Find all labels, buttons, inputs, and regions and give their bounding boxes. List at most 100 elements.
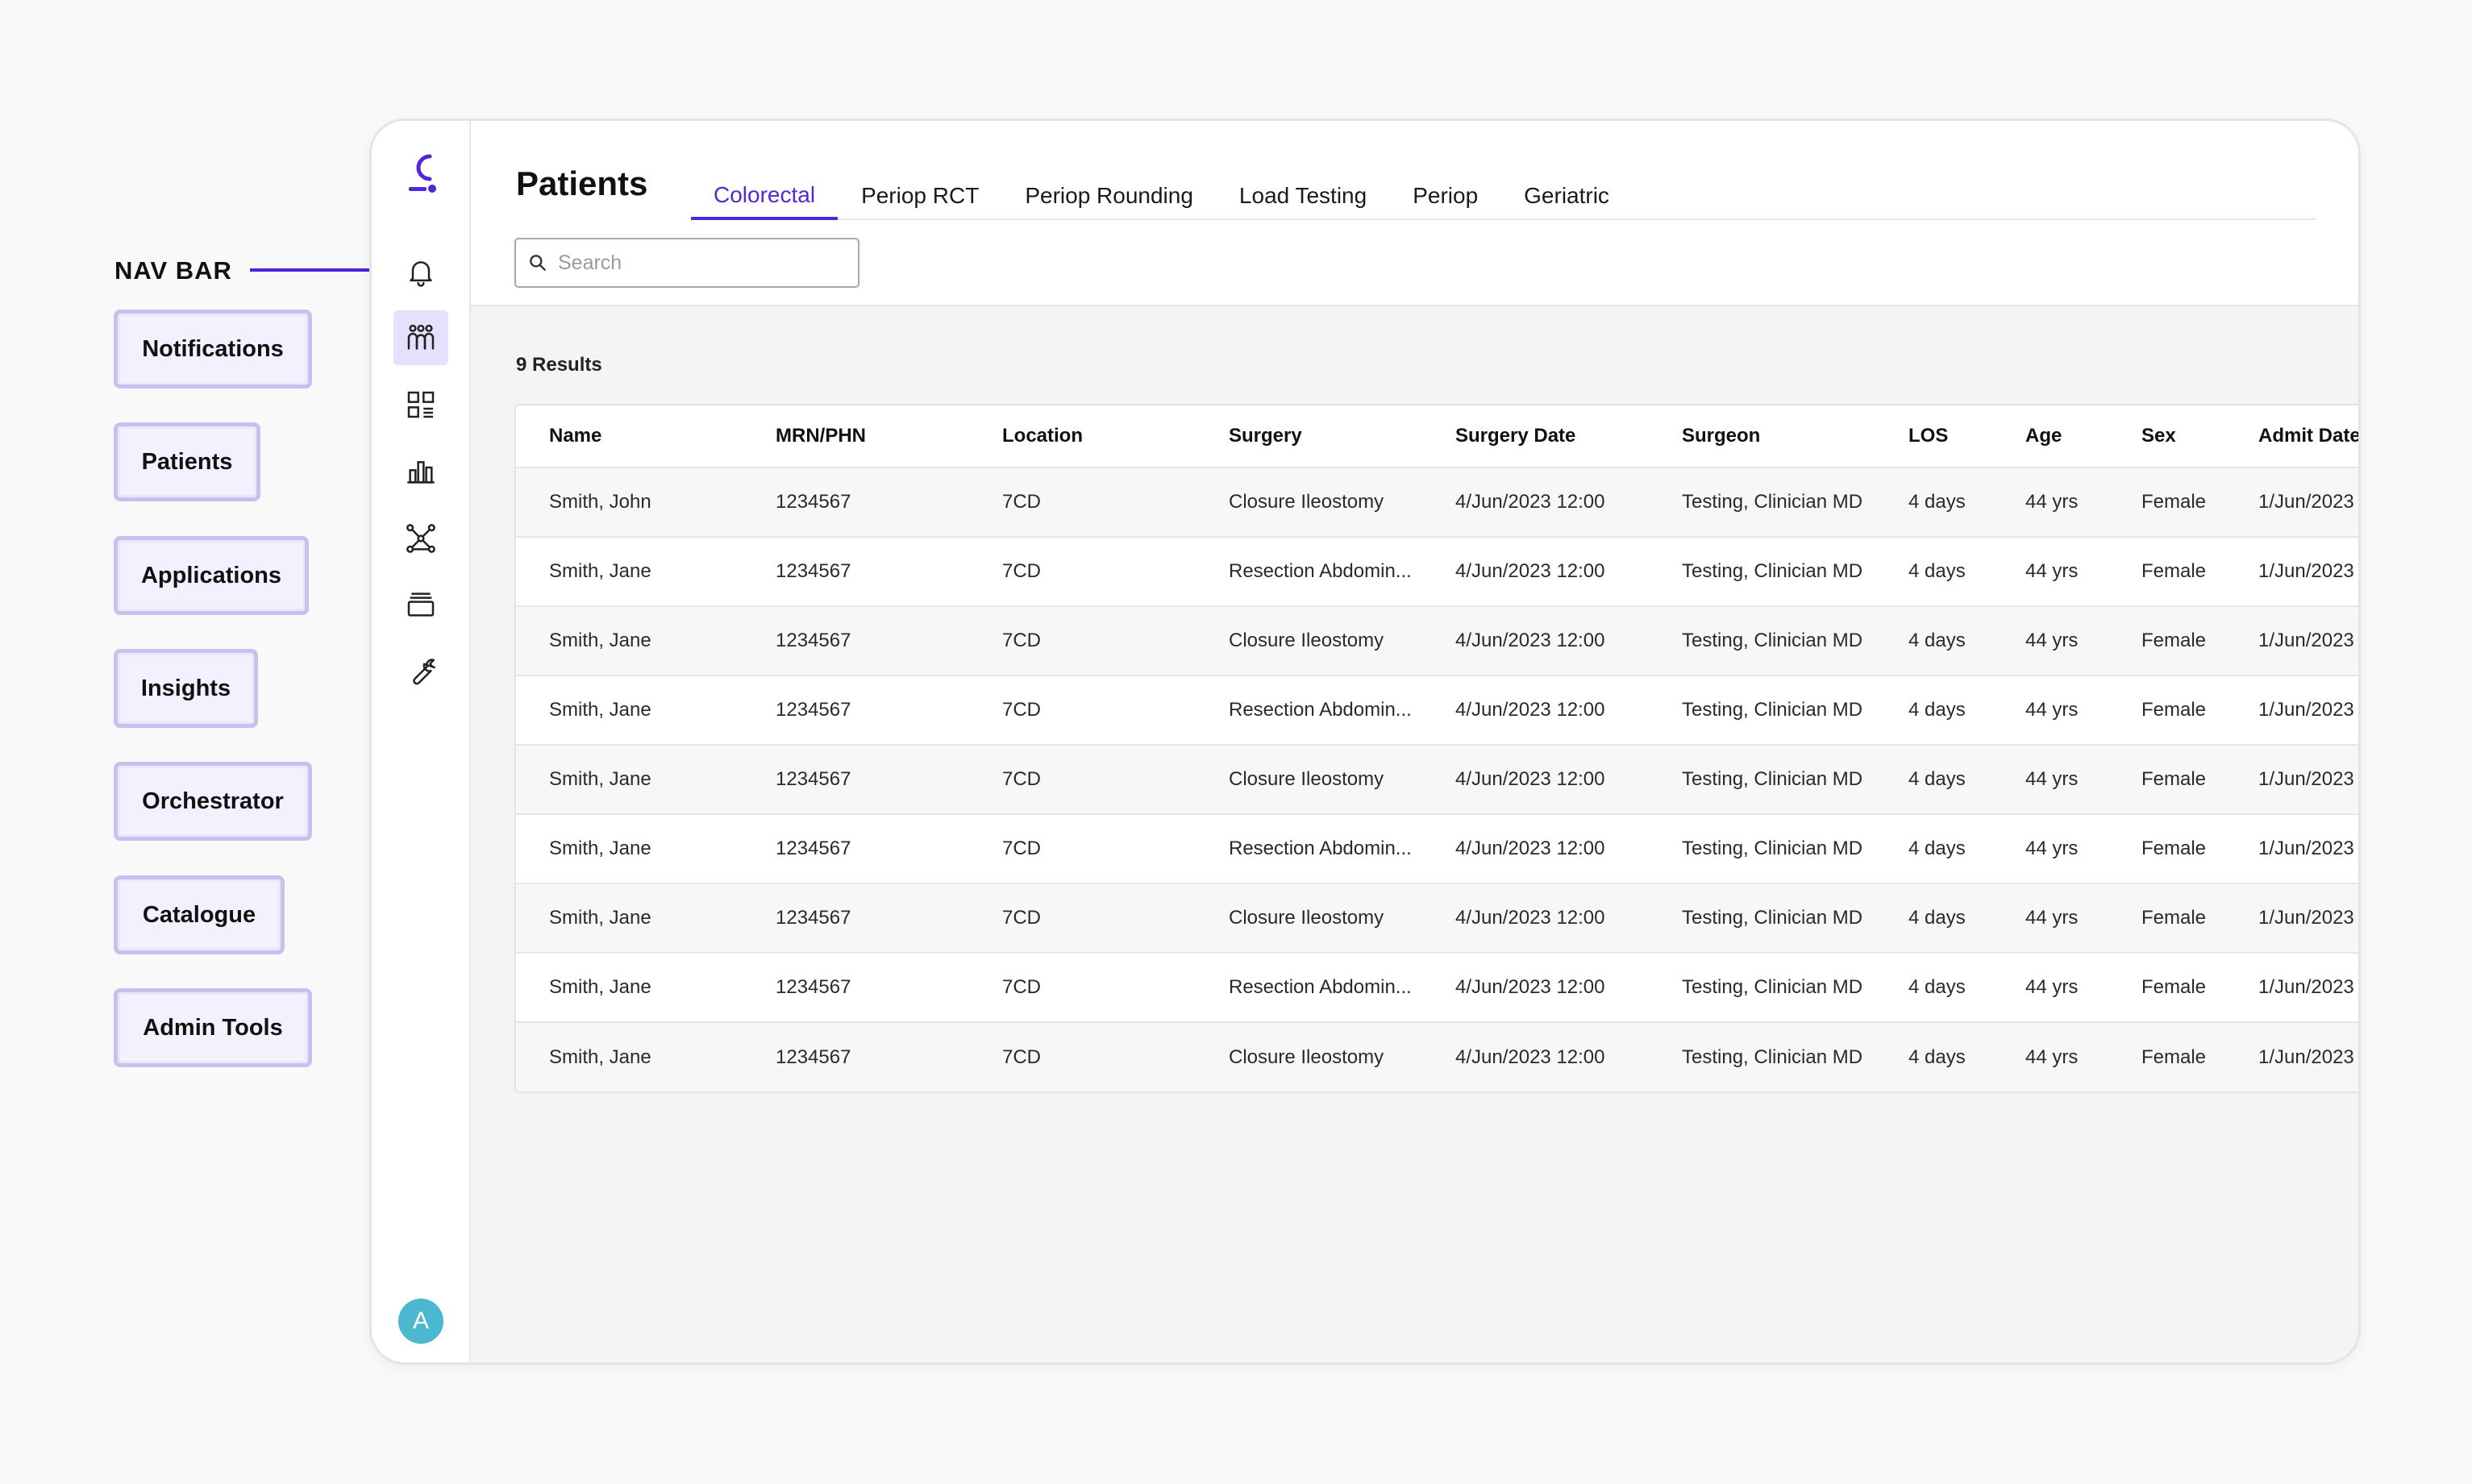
- cell-surgery-date: 4/Jun/2023 12:00: [1422, 537, 1649, 607]
- cell-surgeon: Testing, Clinician MD: [1649, 953, 1875, 1023]
- cell-name: Smith, Jane: [516, 883, 743, 954]
- cell-admit-date: 1/Jun/2023: [2225, 468, 2358, 538]
- search-input[interactable]: [558, 251, 848, 275]
- applications-grid-icon[interactable]: [393, 377, 448, 432]
- cell-sex: Female: [2108, 814, 2225, 884]
- cell-surgeon: Testing, Clinician MD: [1649, 745, 1875, 815]
- cell-location: 7CD: [969, 537, 1196, 607]
- wrench-icon[interactable]: [393, 644, 448, 699]
- table-row[interactable]: Smith, Jane 1234567 7CD Closure Ileostomy 4/…: [516, 883, 2358, 954]
- tab-geriatric[interactable]: Geriatric: [1501, 173, 1632, 218]
- main-content: Patients Colorectal Periop RCT Periop Ro…: [471, 121, 2358, 1362]
- cell-age: 44 yrs: [1992, 606, 2108, 676]
- cell-age: 44 yrs: [1992, 1022, 2108, 1091]
- legend-orchestrator: Orchestrator: [114, 762, 312, 841]
- cell-surgery-date: 4/Jun/2023 12:00: [1422, 606, 1649, 676]
- app-logo: [402, 148, 441, 197]
- legend-admin-tools: Admin Tools: [114, 988, 312, 1067]
- cell-location: 7CD: [969, 953, 1196, 1023]
- cell-surgeon: Testing, Clinician MD: [1649, 606, 1875, 676]
- column-header[interactable]: MRN/PHN: [743, 405, 969, 468]
- bell-icon[interactable]: [393, 244, 448, 299]
- cell-location: 7CD: [969, 1022, 1196, 1091]
- cell-sex: Female: [2108, 1022, 2225, 1091]
- insights-chart-icon[interactable]: [393, 444, 448, 499]
- cell-surgery-date: 4/Jun/2023 12:00: [1422, 953, 1649, 1023]
- cell-surgery-date: 4/Jun/2023 12:00: [1422, 468, 1649, 538]
- cell-surgery: Resection Abdomin...: [1196, 537, 1422, 607]
- column-header[interactable]: LOS: [1875, 405, 1992, 468]
- column-header[interactable]: Admit Date: [2225, 405, 2358, 468]
- cell-los: 4 days: [1875, 606, 1992, 676]
- page-title: Patients: [516, 164, 648, 202]
- tab-periop-rounding[interactable]: Periop Rounding: [1002, 173, 1216, 218]
- cell-age: 44 yrs: [1992, 883, 2108, 954]
- nav-bar-annotation-title: NAV BAR: [114, 256, 232, 285]
- cell-los: 4 days: [1875, 675, 1992, 746]
- orchestrator-network-icon[interactable]: [393, 511, 448, 566]
- column-header[interactable]: Sex: [2108, 405, 2225, 468]
- cell-admit-date: 1/Jun/2023: [2225, 675, 2358, 746]
- search-box[interactable]: [514, 238, 859, 288]
- cell-surgery: Closure Ileostomy: [1196, 468, 1422, 538]
- cell-surgery: Closure Ileostomy: [1196, 883, 1422, 954]
- column-header[interactable]: Surgeon: [1649, 405, 1875, 468]
- cell-los: 4 days: [1875, 468, 1992, 538]
- column-header[interactable]: Surgery Date: [1422, 405, 1649, 468]
- table-row[interactable]: Smith, John 1234567 7CD Closure Ileostomy 4/…: [516, 468, 2358, 538]
- tab-colorectal[interactable]: Colorectal: [691, 173, 839, 220]
- cell-mrn: 1234567: [743, 953, 969, 1023]
- column-header[interactable]: Surgery: [1196, 405, 1422, 468]
- table-row[interactable]: Smith, Jane 1234567 7CD Closure Ileostomy 4/…: [516, 745, 2358, 815]
- nav-bar: A: [372, 121, 471, 1362]
- table-row[interactable]: Smith, Jane 1234567 7CD Resection Abdomin..…: [516, 675, 2358, 746]
- cell-name: Smith, Jane: [516, 537, 743, 607]
- column-header[interactable]: Age: [1992, 405, 2108, 468]
- cell-admit-date: 1/Jun/2023: [2225, 1022, 2358, 1091]
- cell-los: 4 days: [1875, 953, 1992, 1023]
- cell-admit-date: 1/Jun/2023: [2225, 537, 2358, 607]
- column-header[interactable]: Location: [969, 405, 1196, 468]
- table-row[interactable]: Smith, Jane 1234567 7CD Resection Abdomin..…: [516, 537, 2358, 607]
- cell-sex: Female: [2108, 745, 2225, 815]
- tab-periop[interactable]: Periop: [1390, 173, 1500, 218]
- column-header[interactable]: Name: [516, 405, 743, 468]
- cell-surgery-date: 4/Jun/2023 12:00: [1422, 675, 1649, 746]
- cell-age: 44 yrs: [1992, 953, 2108, 1023]
- tab-load-testing[interactable]: Load Testing: [1217, 173, 1389, 218]
- cell-name: Smith, Jane: [516, 606, 743, 676]
- cell-sex: Female: [2108, 883, 2225, 954]
- cell-surgeon: Testing, Clinician MD: [1649, 468, 1875, 538]
- cell-los: 4 days: [1875, 745, 1992, 815]
- cell-age: 44 yrs: [1992, 745, 2108, 815]
- cell-name: Smith, Jane: [516, 675, 743, 746]
- cell-location: 7CD: [969, 675, 1196, 746]
- legend-insights: Insights: [114, 649, 258, 728]
- cell-surgery-date: 4/Jun/2023 12:00: [1422, 1022, 1649, 1091]
- cell-sex: Female: [2108, 468, 2225, 538]
- table-row[interactable]: Smith, Jane 1234567 7CD Resection Abdomin..…: [516, 953, 2358, 1023]
- cell-surgery: Resection Abdomin...: [1196, 675, 1422, 746]
- avatar[interactable]: A: [398, 1299, 443, 1344]
- cell-surgeon: Testing, Clinician MD: [1649, 537, 1875, 607]
- cell-admit-date: 1/Jun/2023: [2225, 883, 2358, 954]
- cell-location: 7CD: [969, 883, 1196, 954]
- cell-surgery: Closure Ileostomy: [1196, 745, 1422, 815]
- cell-age: 44 yrs: [1992, 537, 2108, 607]
- cell-mrn: 1234567: [743, 814, 969, 884]
- results-count: 9 Results: [516, 354, 602, 376]
- cell-admit-date: 1/Jun/2023: [2225, 606, 2358, 676]
- table-row[interactable]: Smith, Jane 1234567 7CD Closure Ileostomy 4/…: [516, 1022, 2358, 1091]
- cell-admit-date: 1/Jun/2023: [2225, 953, 2358, 1023]
- cell-surgeon: Testing, Clinician MD: [1649, 1022, 1875, 1091]
- tab-periop-rct[interactable]: Periop RCT: [839, 173, 1001, 218]
- cell-mrn: 1234567: [743, 1022, 969, 1091]
- catalogue-stack-icon[interactable]: [393, 577, 448, 632]
- table-row[interactable]: Smith, Jane 1234567 7CD Closure Ileostomy 4/…: [516, 606, 2358, 676]
- patients-icon[interactable]: [393, 310, 448, 365]
- table-row[interactable]: Smith, Jane 1234567 7CD Resection Abdomin..…: [516, 814, 2358, 884]
- legend-notifications: Notifications: [114, 310, 312, 389]
- patients-table: Name MRN/PHN Location Surgery Surgery Da…: [514, 404, 2358, 1093]
- cell-los: 4 days: [1875, 814, 1992, 884]
- cell-name: Smith, John: [516, 468, 743, 538]
